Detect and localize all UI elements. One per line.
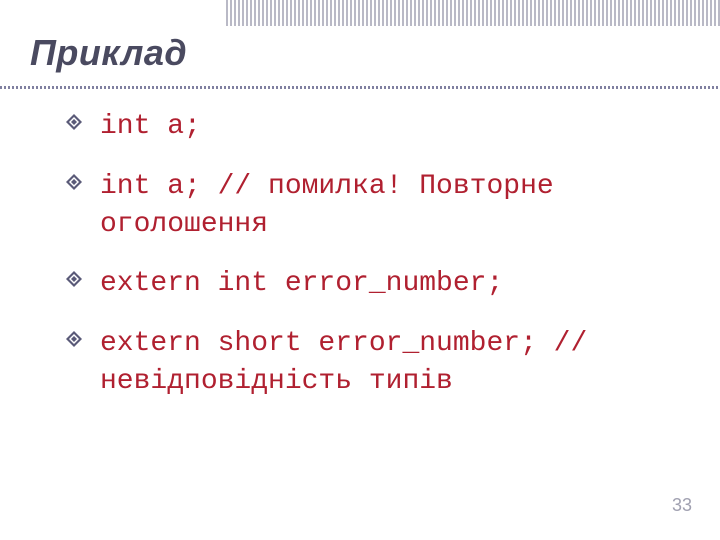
top-divider bbox=[226, 0, 720, 26]
list-item: extern int error_number; bbox=[48, 265, 680, 303]
list-item: int a; // помилка! Повторне оголошення bbox=[48, 168, 680, 244]
diamond-bullet-icon bbox=[66, 271, 82, 287]
list-item-text: int a; bbox=[100, 111, 201, 142]
slide: { "title": "Приклад", "bullets": [ "int … bbox=[0, 0, 720, 540]
slide-title: Приклад bbox=[30, 32, 187, 74]
list-item-text: extern int error_number; bbox=[100, 268, 503, 299]
diamond-bullet-icon bbox=[66, 331, 82, 347]
list-item: int a; bbox=[48, 108, 680, 146]
list-item-text: extern short error_number; // невідповід… bbox=[100, 328, 587, 397]
content-area: int a; int a; // помилка! Повторне оголо… bbox=[48, 108, 680, 423]
page-number: 33 bbox=[672, 495, 692, 516]
title-underline bbox=[0, 86, 720, 89]
diamond-bullet-icon bbox=[66, 114, 82, 130]
list-item-text: int a; // помилка! Повторне оголошення bbox=[100, 171, 554, 240]
diamond-bullet-icon bbox=[66, 174, 82, 190]
list-item: extern short error_number; // невідповід… bbox=[48, 325, 680, 401]
